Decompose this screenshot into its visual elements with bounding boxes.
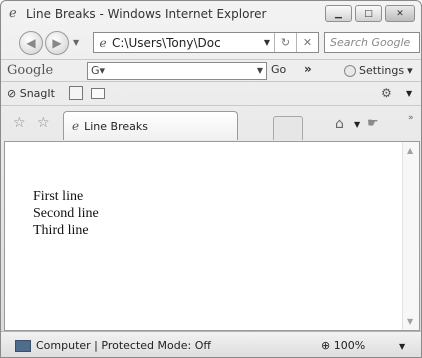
- forward-arrow-icon: ▶: [52, 36, 62, 50]
- chevron-down-icon[interactable]: ▼: [257, 63, 263, 79]
- title-bar: ℯ Line Breaks - Windows Internet Explore…: [1, 1, 421, 27]
- ie-logo-icon: ℯ: [9, 6, 17, 21]
- maximize-button[interactable]: □: [355, 5, 382, 22]
- recent-pages-dropdown[interactable]: ▼: [73, 38, 79, 47]
- page-text: First line Second line Third line: [33, 188, 99, 239]
- forward-button[interactable]: ▶: [45, 31, 69, 55]
- snagit-button[interactable]: ⊘ SnagIt: [7, 87, 55, 100]
- address-input[interactable]: C:\Users\Tony\Doc: [112, 36, 260, 50]
- add-favorite-icon[interactable]: ☆: [37, 115, 50, 131]
- chevron-down-icon[interactable]: ▼: [399, 342, 405, 351]
- tab-bar: ☆ ☆ ℯ Line Breaks ⌂ ▼ ☛ »: [1, 105, 421, 140]
- tab-line-breaks[interactable]: ℯ Line Breaks: [63, 111, 238, 140]
- feed-icon[interactable]: ☛: [367, 116, 379, 131]
- page-line: First line: [33, 189, 84, 204]
- google-settings-button[interactable]: Settings ▾: [344, 64, 413, 77]
- browser-window: ℯ Line Breaks - Windows Internet Explore…: [0, 0, 422, 358]
- window-controls: ▁ □ ✕: [325, 5, 415, 22]
- page-line: Third line: [33, 223, 89, 238]
- scroll-up-icon[interactable]: ▲: [407, 146, 413, 155]
- status-bar: Computer | Protected Mode: Off ⊕ 100% ▼: [1, 331, 421, 357]
- stop-icon: ✕: [302, 36, 313, 49]
- toolbar-more-button[interactable]: »: [304, 62, 312, 76]
- zoom-level: 100%: [333, 339, 366, 352]
- new-tab-button[interactable]: [273, 116, 303, 140]
- back-arrow-icon: ◀: [26, 36, 36, 50]
- chevron-down-icon: ▾: [99, 64, 106, 77]
- navigation-bar: ◀ ▶ ▼ ℯ C:\Users\Tony\Doc ▼ ↻ ✕ Search G…: [1, 28, 421, 58]
- back-button[interactable]: ◀: [19, 31, 43, 55]
- chevron-down-icon[interactable]: ▼: [354, 120, 360, 129]
- window-title: Line Breaks - Windows Internet Explorer: [26, 7, 267, 21]
- page-content: First line Second line Third line ▲ ▼: [4, 141, 420, 331]
- page-line: Second line: [33, 206, 99, 221]
- tab-label: Line Breaks: [84, 119, 148, 133]
- computer-icon: [15, 340, 31, 352]
- google-combo-value: G: [91, 64, 100, 77]
- chevron-down-icon[interactable]: ▼: [406, 89, 412, 98]
- vertical-scrollbar[interactable]: ▲ ▼: [402, 142, 419, 330]
- search-input[interactable]: Search Google: [324, 32, 420, 53]
- settings-label: Settings: [359, 64, 405, 77]
- minimize-button[interactable]: ▁: [325, 5, 352, 22]
- refresh-icon: ↻: [280, 36, 291, 49]
- snagit-icon: ⊘: [7, 87, 17, 100]
- ie-page-icon: ℯ: [72, 119, 80, 133]
- zoom-icon: ⊕: [321, 339, 331, 352]
- google-go-button[interactable]: Go: [271, 63, 286, 76]
- google-toolbar: Google G▾ ▼ Go » Settings ▾: [1, 59, 421, 81]
- security-zone-status[interactable]: Computer | Protected Mode: Off: [36, 339, 211, 352]
- refresh-button[interactable]: ↻: [274, 33, 296, 52]
- zoom-control[interactable]: ⊕ 100%: [321, 339, 365, 352]
- capture-page-icon[interactable]: [69, 86, 83, 100]
- chevron-down-icon[interactable]: ▼: [260, 38, 274, 47]
- toolbar-overflow-icon[interactable]: »: [408, 113, 414, 123]
- stop-button[interactable]: ✕: [296, 33, 318, 52]
- ie-page-icon: ℯ: [99, 35, 107, 50]
- google-logo: Google: [7, 63, 54, 78]
- tools-icon[interactable]: ⚙: [381, 86, 392, 100]
- snagit-label: SnagIt: [19, 87, 55, 100]
- settings-icon: [344, 64, 356, 77]
- chevron-down-icon: ▾: [407, 64, 413, 77]
- scroll-down-icon[interactable]: ▼: [407, 317, 413, 326]
- google-search-combo[interactable]: G▾ ▼: [87, 62, 267, 80]
- home-icon[interactable]: ⌂: [335, 116, 344, 132]
- favorites-star-icon[interactable]: ☆: [13, 115, 26, 131]
- address-bar[interactable]: ℯ C:\Users\Tony\Doc ▼ ↻ ✕: [93, 32, 319, 53]
- close-button[interactable]: ✕: [385, 5, 415, 22]
- snagit-toolbar: ⊘ SnagIt ⚙ ▼: [1, 81, 421, 105]
- capture-window-icon[interactable]: [91, 88, 105, 99]
